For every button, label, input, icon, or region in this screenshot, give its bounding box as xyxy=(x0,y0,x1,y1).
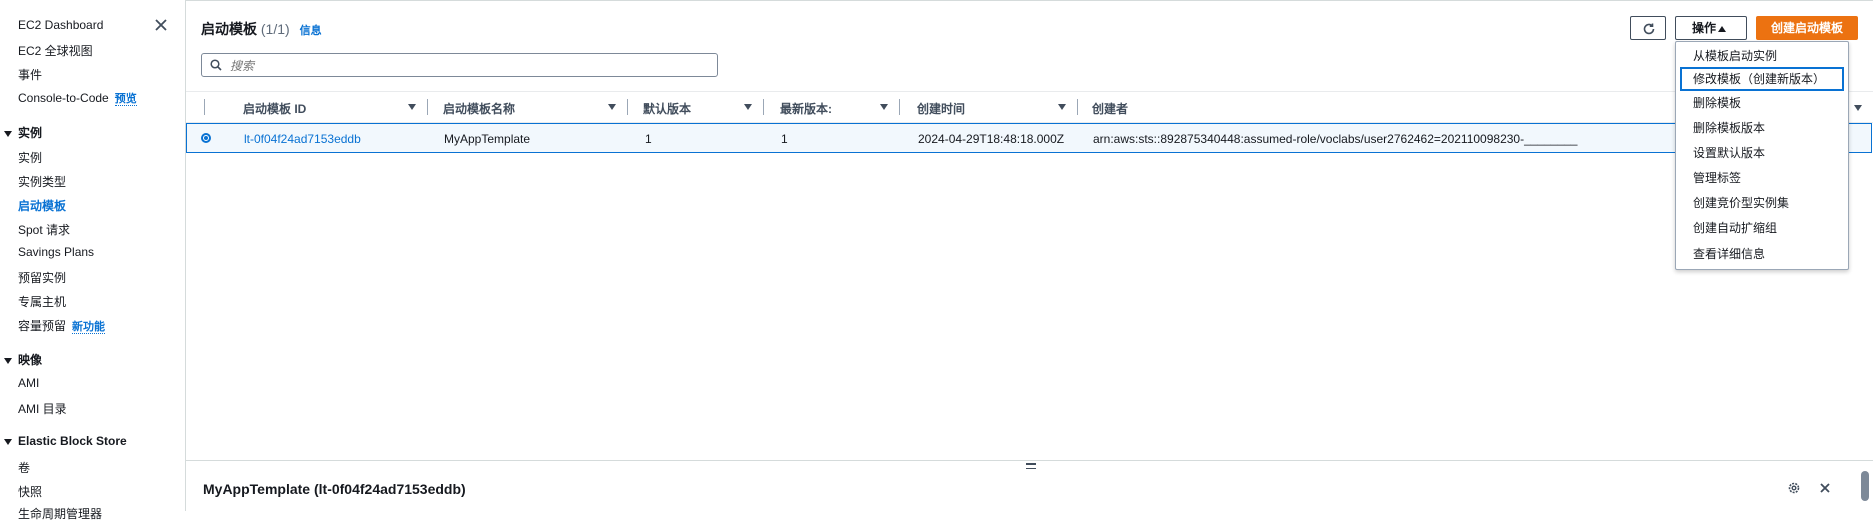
search-input[interactable] xyxy=(228,56,712,76)
menu-item-launch-instance[interactable]: 从模板启动实例 xyxy=(1693,47,1777,64)
column-divider[interactable] xyxy=(627,99,628,115)
column-header-template-id[interactable]: 启动模板 ID xyxy=(243,100,306,117)
menu-item-create-auto-scaling-group[interactable]: 创建自动扩缩组 xyxy=(1693,219,1777,236)
search-field[interactable] xyxy=(201,53,718,77)
info-link[interactable]: 信息 xyxy=(300,25,322,37)
sidebar-item-global-view[interactable]: EC2 全球视图 xyxy=(18,42,93,59)
created-by-cell: arn:aws:sts::892875340448:assumed-role/v… xyxy=(1093,132,1578,146)
preview-badge: 预览 xyxy=(114,93,137,106)
menu-item-create-spot-fleet[interactable]: 创建竞价型实例集 xyxy=(1693,194,1789,211)
actions-button[interactable]: 操作 xyxy=(1675,16,1747,40)
default-version-cell: 1 xyxy=(645,132,652,146)
sidebar-item-launch-templates[interactable]: 启动模板 xyxy=(18,197,66,214)
close-icon[interactable] xyxy=(1818,481,1832,495)
caret-up-icon xyxy=(1718,26,1726,32)
column-divider[interactable] xyxy=(1077,99,1078,115)
menu-item-delete-template[interactable]: 删除模板 xyxy=(1693,94,1741,111)
menu-item-manage-tags[interactable]: 管理标签 xyxy=(1693,169,1741,186)
sort-icon[interactable] xyxy=(1058,104,1066,110)
column-divider xyxy=(204,99,205,115)
close-icon[interactable] xyxy=(152,16,170,34)
gear-icon[interactable] xyxy=(1787,481,1801,495)
sort-icon[interactable] xyxy=(608,104,616,110)
sidebar-item-savings-plans[interactable]: Savings Plans xyxy=(18,245,94,259)
split-panel-title: MyAppTemplate (lt-0f04f24ad7153eddb) xyxy=(203,481,466,497)
new-badge: 新功能 xyxy=(72,321,106,334)
actions-dropdown-menu: 从模板启动实例 修改模板（创建新版本） 删除模板 删除模板版本 设置默认版本 管… xyxy=(1675,41,1849,270)
sidebar-item-ami-catalog[interactable]: AMI 目录 xyxy=(18,400,67,417)
selection-count: (1/1) xyxy=(260,21,290,37)
sidebar-section-instances[interactable]: 实例 xyxy=(4,124,42,141)
sidebar-item-reserved-instances[interactable]: 预留实例 xyxy=(18,269,66,286)
menu-item-set-default-version[interactable]: 设置默认版本 xyxy=(1693,144,1765,161)
refresh-icon xyxy=(1643,23,1655,35)
column-divider[interactable] xyxy=(899,99,900,115)
refresh-button[interactable] xyxy=(1630,16,1666,40)
sidebar-item-instance-types[interactable]: 实例类型 xyxy=(18,173,66,190)
column-header-creation-time[interactable]: 创建时间 xyxy=(917,100,965,117)
sidebar-item-volumes[interactable]: 卷 xyxy=(18,459,30,476)
latest-version-cell: 1 xyxy=(781,132,788,146)
sort-icon[interactable] xyxy=(1854,105,1862,111)
menu-item-view-details[interactable]: 查看详细信息 xyxy=(1693,245,1765,262)
sidebar-item-label: Console-to-Code xyxy=(18,91,109,105)
creation-time-cell: 2024-04-29T18:48:18.000Z xyxy=(918,132,1065,146)
column-divider[interactable] xyxy=(427,99,428,115)
column-header-created-by[interactable]: 创建者 xyxy=(1092,100,1128,117)
sidebar-item-instances[interactable]: 实例 xyxy=(18,149,42,166)
column-header-template-name[interactable]: 启动模板名称 xyxy=(443,100,515,117)
sidebar-section-images[interactable]: 映像 xyxy=(4,351,42,368)
sidebar-item-snapshots[interactable]: 快照 xyxy=(18,483,42,500)
sidebar-item-spot-requests[interactable]: Spot 请求 xyxy=(18,221,70,238)
caret-down-icon xyxy=(4,130,12,137)
menu-item-modify-template[interactable]: 修改模板（创建新版本） xyxy=(1680,67,1844,91)
launch-templates-panel: 启动模板 (1/1) 信息 操作 创建启动模板 启动模板 ID xyxy=(186,0,1873,461)
page-title: 启动模板 (1/1) 信息 xyxy=(201,21,322,37)
sort-icon[interactable] xyxy=(744,104,752,110)
table-row[interactable]: lt-0f04f24ad7153eddb MyAppTemplate 1 1 2… xyxy=(186,123,1872,153)
template-name-cell: MyAppTemplate xyxy=(444,132,531,146)
sort-icon[interactable] xyxy=(880,104,888,110)
sort-icon[interactable] xyxy=(408,104,416,110)
column-divider[interactable] xyxy=(763,99,764,115)
caret-down-icon xyxy=(4,357,12,364)
sidebar-item-capacity-reservations[interactable]: 容量预留 新功能 xyxy=(18,317,106,334)
create-launch-template-button[interactable]: 创建启动模板 xyxy=(1756,16,1858,40)
split-panel: MyAppTemplate (lt-0f04f24ad7153eddb) xyxy=(186,460,1873,512)
search-icon xyxy=(210,59,222,71)
template-id-link[interactable]: lt-0f04f24ad7153eddb xyxy=(244,132,361,146)
sidebar-item-dedicated-hosts[interactable]: 专属主机 xyxy=(18,293,66,310)
column-header-default-version[interactable]: 默认版本 xyxy=(643,100,691,117)
scrollbar[interactable] xyxy=(1861,471,1869,501)
sidebar-item-ec2-dashboard[interactable]: EC2 Dashboard xyxy=(18,18,103,32)
column-header-latest-version[interactable]: 最新版本: xyxy=(780,100,832,117)
main-content: 启动模板 (1/1) 信息 操作 创建启动模板 启动模板 ID xyxy=(186,0,1873,512)
sidebar-item-ami[interactable]: AMI xyxy=(18,376,39,390)
sidebar: EC2 Dashboard EC2 全球视图 事件 Console-to-Cod… xyxy=(0,0,186,521)
table-header: 启动模板 ID 启动模板名称 默认版本 最新版本: 创建时间 创建者 xyxy=(186,91,1873,123)
sidebar-section-ebs[interactable]: Elastic Block Store xyxy=(4,434,127,448)
menu-item-delete-template-version[interactable]: 删除模板版本 xyxy=(1693,119,1765,136)
sidebar-item-label: 容量预留 xyxy=(18,319,67,333)
sidebar-item-console-to-code[interactable]: Console-to-Code 预览 xyxy=(18,90,137,106)
row-select-radio[interactable] xyxy=(201,133,211,143)
resize-handle[interactable] xyxy=(1026,463,1036,471)
sidebar-item-lifecycle-manager[interactable]: 生命周期管理器 xyxy=(18,505,102,522)
sidebar-item-events[interactable]: 事件 xyxy=(18,66,42,83)
caret-down-icon xyxy=(4,438,12,445)
